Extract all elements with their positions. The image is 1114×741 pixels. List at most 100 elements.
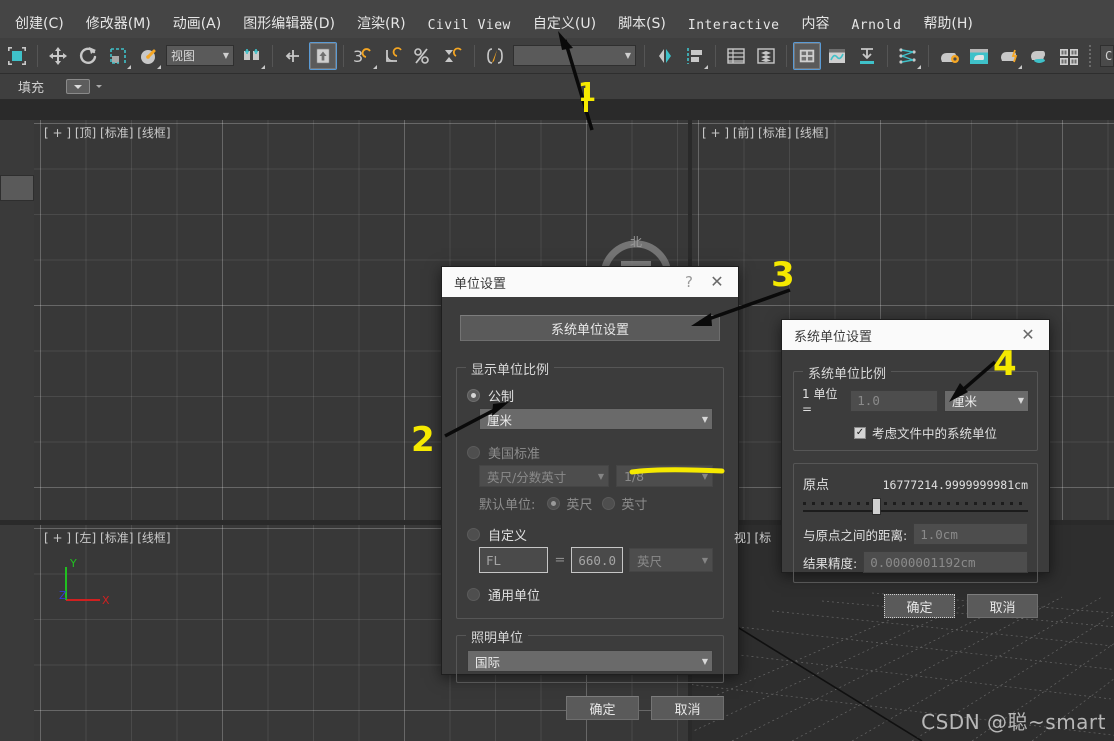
toolbar-grip[interactable] [1089,44,1092,67]
metric-radio-row[interactable]: 公制 [467,386,713,405]
angle-snap-toggle-icon[interactable] [380,42,408,70]
select-by-name-icon[interactable] [309,41,337,70]
project-path-field[interactable]: C:\Use [1100,44,1114,67]
custom-radio-row[interactable]: 自定义 [467,525,713,544]
select-and-move-icon[interactable] [44,42,72,70]
metric-unit-value: 厘米 [487,412,513,428]
fill-dropdown-arrow-icon[interactable] [96,85,103,88]
origin-slider[interactable] [803,497,1028,517]
menu-item-scripting[interactable]: 脚本(S) [607,11,677,38]
system-unit-combo[interactable]: 厘米 ▼ [944,389,1029,412]
menu-item-customize[interactable]: 自定义(U) [522,11,607,38]
menu-item-graph-editors[interactable]: 图形编辑器(D) [232,11,346,38]
us-standard-radio-row[interactable]: 美国标准 [467,443,713,462]
render-setup-icon[interactable] [965,42,993,70]
toolbar-separator [887,44,888,67]
viewport-label-left[interactable]: [ + ] [左] [标准] [线框] [44,529,171,546]
help-icon[interactable]: ? [676,273,702,291]
snaps-toggle-icon[interactable]: 3 [350,42,378,70]
unit-dialog-ok-button[interactable]: 确定 [566,696,639,720]
select-and-link-icon[interactable] [279,42,307,70]
system-unit-setup-button[interactable]: 系统单位设置 [460,315,720,341]
select-and-scale-icon[interactable] [104,42,132,70]
material-editor-icon[interactable] [935,42,963,70]
unit-dialog-cancel-button[interactable]: 取消 [651,696,724,720]
system-unit-dialog-title: 系统单位设置 [794,329,873,345]
default-feet-radio[interactable] [547,497,561,510]
viewport-label-top[interactable]: [ + ] [顶] [标准] [线框] [44,124,171,141]
use-pivot-center-icon[interactable] [238,42,266,70]
project-folder-icon[interactable] [894,42,922,70]
reference-coordinate-system-combo[interactable]: 视图 ▼ [166,45,234,66]
unit-dialog-title: 单位设置 [454,276,507,292]
us-format-combo[interactable]: 英尺/分数英寸 ▼ [479,465,609,487]
system-scale-input[interactable]: 1.0 [850,389,938,412]
metric-radio[interactable] [467,389,480,402]
layer-explorer-icon[interactable] [722,42,750,70]
us-fraction-combo[interactable]: 1/8 ▼ [616,465,713,487]
custom-label: 自定义 [488,529,528,544]
toolbar-separator [272,44,273,67]
default-inches-radio[interactable] [602,497,616,510]
unit-dialog-titlebar[interactable]: 单位设置 ? ✕ [442,267,738,297]
edit-named-selection-sets-icon[interactable] [481,42,509,70]
menu-item-help[interactable]: 帮助(H) [912,11,983,38]
origin-slider-thumb[interactable] [872,498,881,515]
align-icon[interactable] [681,42,709,70]
menu-item-create[interactable]: 创建(C) [4,11,75,38]
chevron-down-icon: ▼ [597,471,604,481]
us-standard-radio[interactable] [467,446,480,459]
viewport-label-front[interactable]: [ + ] [前] [标准] [线框] [702,124,829,141]
menu-item-modifiers[interactable]: 修改器(M) [75,11,162,38]
chevron-down-icon: ▼ [1017,396,1024,405]
menu-item-animation[interactable]: 动画(A) [162,11,233,38]
us-standard-label: 美国标准 [488,447,541,462]
render-frame-window-grid-icon[interactable] [1055,42,1083,70]
unit-setup-dialog[interactable]: 单位设置 ? ✕ 系统单位设置 显示单位比例 公制 厘米 ▼ 美国标准 英尺/分… [441,266,739,720]
toggle-ribbon-icon[interactable] [793,41,821,70]
menu-item-rendering[interactable]: 渲染(R) [346,11,417,38]
custom-unit-combo[interactable]: 英尺 ▼ [628,548,713,572]
origin-value: 16777214.9999999981cm [882,478,1028,492]
left-panel-button[interactable] [0,175,34,201]
lighting-units-combo[interactable]: 国际 ▼ [467,650,713,672]
system-unit-cancel-button[interactable]: 取消 [967,594,1038,618]
mirror-icon[interactable] [651,42,679,70]
menu-item-interactive[interactable]: Interactive [677,16,791,38]
named-selection-sets-combo[interactable]: ▼ [513,45,636,66]
scene-explorer-icon[interactable] [752,42,780,70]
rendered-frame-window-icon[interactable] [995,42,1023,70]
close-icon[interactable]: ✕ [702,274,732,290]
svg-text:X: X [102,594,110,607]
close-icon[interactable]: ✕ [1013,327,1043,343]
select-object-icon[interactable] [3,42,31,70]
chevron-down-icon: ▼ [624,51,631,60]
display-unit-scale-title: 显示单位比例 [466,359,555,378]
menu-item-content[interactable]: 内容 [790,11,840,38]
custom-radio[interactable] [467,528,480,541]
custom-name-input[interactable]: FL [479,547,549,573]
percent-snap-toggle-icon[interactable] [410,42,438,70]
render-production-icon[interactable] [1025,42,1053,70]
custom-equals-label: = [554,552,566,568]
generic-unit-radio-row[interactable]: 通用单位 [467,585,713,604]
toolbar-separator [715,44,716,67]
viewport-label-perspective[interactable]: 视] [标 [734,529,771,546]
select-and-place-icon[interactable] [134,42,162,70]
menu-item-arnold[interactable]: Arnold [840,16,912,38]
spinner-snap-toggle-icon[interactable] [440,42,468,70]
menu-item-civil-view[interactable]: Civil View [417,16,522,38]
system-unit-ok-button[interactable]: 确定 [884,594,955,618]
generic-unit-radio[interactable] [467,588,480,601]
custom-value-input[interactable]: 660.0 [571,547,623,573]
system-unit-value: 厘米 [952,394,978,409]
schematic-view-icon[interactable] [853,42,881,70]
fill-dropdown-chip[interactable] [66,79,91,94]
check-icon: ✓ [855,426,865,438]
curve-editor-icon[interactable] [823,42,851,70]
origin-group: 原点 16777214.9999999981cm 与原点之间的距离: 1.0cm… [793,463,1038,583]
respect-system-units-checkbox[interactable]: ✓ [854,426,866,439]
metric-unit-combo[interactable]: 厘米 ▼ [479,408,713,430]
accuracy-label: 结果精度: [803,555,858,571]
select-and-rotate-icon[interactable] [74,42,102,70]
